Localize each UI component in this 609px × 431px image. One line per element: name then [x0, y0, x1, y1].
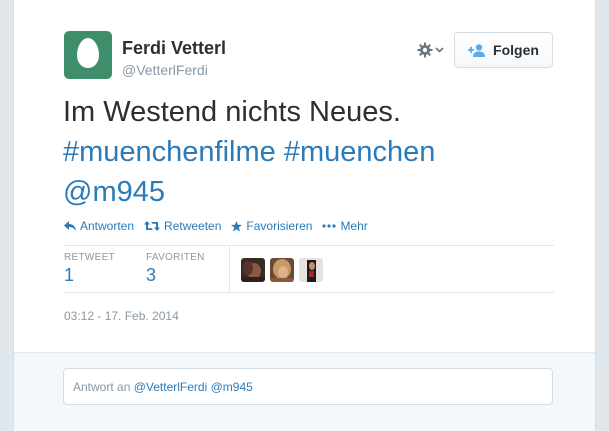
- favorite-button[interactable]: Favorisieren: [231, 219, 312, 233]
- avatar[interactable]: [270, 258, 294, 282]
- follow-label: Folgen: [493, 42, 539, 58]
- egg-icon: [77, 38, 99, 68]
- hashtag-link[interactable]: #muenchen: [284, 136, 436, 168]
- favorite-label: Favorisieren: [246, 219, 313, 233]
- star-icon: [231, 220, 243, 231]
- reply-input[interactable]: Antwort an @VetterlFerdi @m945: [63, 368, 553, 405]
- avatar[interactable]: [64, 31, 112, 79]
- tweet-stats: RETWEET 1 FAVORITEN 3: [64, 246, 554, 292]
- retweet-icon: [144, 221, 161, 231]
- gear-icon: [417, 42, 433, 58]
- retweets-count[interactable]: 1: [64, 265, 74, 286]
- more-label: Mehr: [340, 219, 368, 233]
- retweet-label: Retweeten: [164, 219, 222, 233]
- more-icon: [322, 224, 337, 228]
- user-handle[interactable]: @VetterlFerdi: [122, 62, 208, 78]
- tweet-actions: Antworten Retweeten Favorisieren Mehr: [64, 218, 378, 234]
- user-actions-dropdown[interactable]: [417, 40, 447, 60]
- reply-prefix: Antwort an: [73, 380, 131, 394]
- reply-mentions: @VetterlFerdi @m945: [133, 380, 253, 394]
- divider: [64, 292, 554, 293]
- avatar[interactable]: [299, 258, 323, 282]
- reply-label: Antworten: [80, 219, 135, 233]
- reply-button[interactable]: Antworten: [64, 219, 134, 233]
- stats-divider: [229, 246, 230, 292]
- chevron-down-icon: [435, 47, 444, 53]
- favorites-count[interactable]: 3: [146, 265, 156, 286]
- mention-link[interactable]: @m945: [63, 176, 165, 208]
- tweet-line: Im Westend nichts Neues.: [63, 96, 401, 128]
- avatar[interactable]: [241, 258, 265, 282]
- tweet-timestamp[interactable]: 03:12 - 17. Feb. 2014: [64, 309, 179, 323]
- favorites-label: FAVORITEN: [146, 252, 205, 263]
- user-name[interactable]: Ferdi Vetterl: [122, 38, 226, 59]
- favoriters-avatars: [241, 258, 323, 282]
- tweet-text: Im Westend nichts Neues. #muenchenfilme …: [63, 92, 563, 212]
- tweet-card: Ferdi Vetterl @VetterlFerdi Folgen Im We…: [13, 0, 596, 431]
- add-user-icon: [468, 43, 486, 57]
- follow-button[interactable]: Folgen: [454, 32, 553, 68]
- retweet-button[interactable]: Retweeten: [144, 219, 221, 233]
- more-button[interactable]: Mehr: [322, 219, 368, 233]
- retweets-label: RETWEET: [64, 252, 115, 263]
- reply-area: Antwort an @VetterlFerdi @m945: [14, 352, 595, 431]
- reply-icon: [64, 221, 76, 231]
- hashtag-link[interactable]: #muenchenfilme: [63, 136, 276, 168]
